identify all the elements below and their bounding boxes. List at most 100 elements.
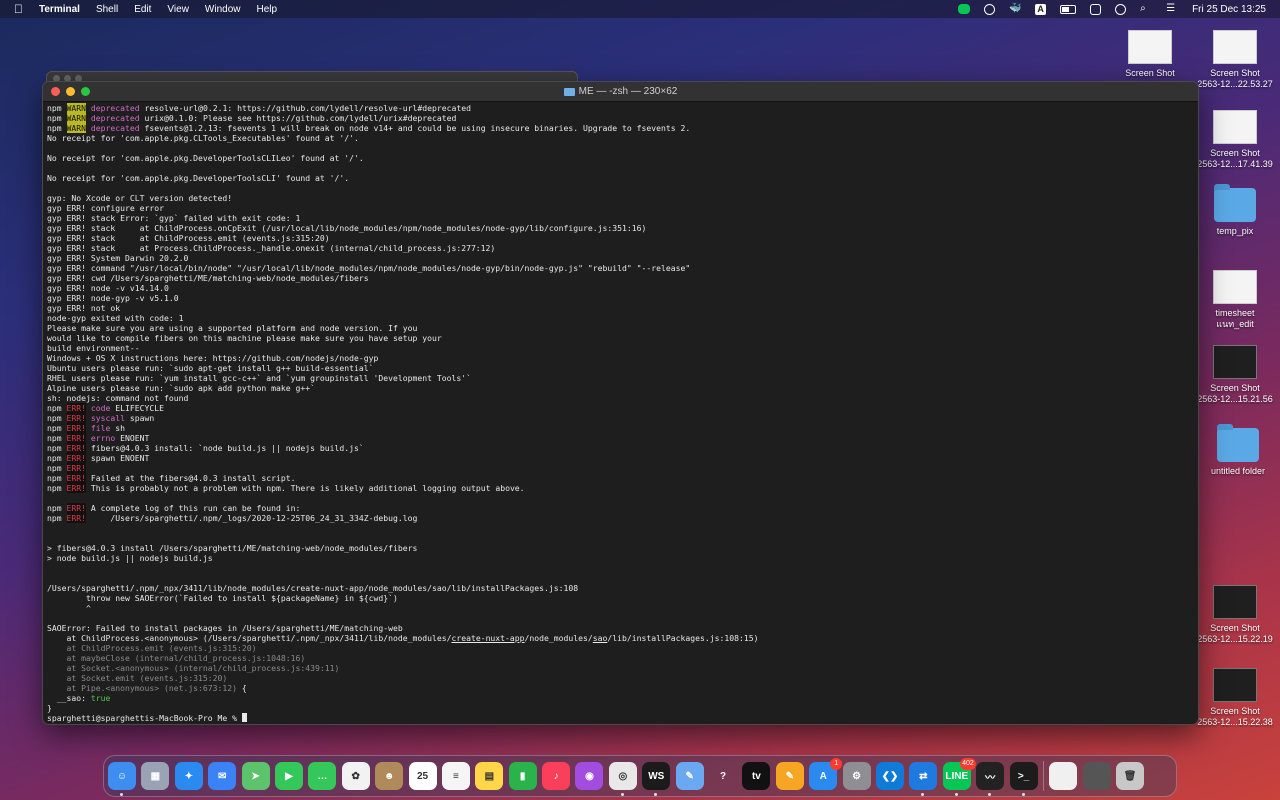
file-thumbnail-icon [1213,345,1257,379]
numbers-icon[interactable]: ▮ [508,762,537,790]
safari-icon[interactable]: ✦ [174,762,203,790]
facetime-icon[interactable]: ▶ [274,762,303,790]
terminal-text: spawn [125,413,155,423]
screenshot-stack-icon[interactable] [1082,762,1111,790]
downloads-stack-icon[interactable] [1049,762,1078,790]
trash-icon[interactable]: 🗑 [1116,762,1145,790]
terminal-text: sh [110,423,125,433]
terminal-text: } [47,703,52,713]
terminal-output[interactable]: npm WARN deprecated resolve-url@0.2.1: h… [43,102,1198,724]
menu-clock[interactable]: Fri 25 Dec 13:25 [1192,4,1266,15]
docker-icon[interactable]: 🐳 [1009,4,1021,14]
terminal-text: ELIFECYCLE [110,403,164,413]
terminal-text: node-gyp exited with code: 1 [47,313,184,323]
messages-icon[interactable]: … [308,762,337,790]
terminal-icon[interactable]: >_ [1009,762,1038,796]
control-center-icon[interactable]: ☰ [1166,4,1178,14]
desktop-file[interactable]: Screen Shot 2563-12...22.53.27 [1190,30,1280,90]
desktop-folder[interactable]: untitled folder [1193,424,1280,477]
menu-help[interactable]: Help [257,4,278,15]
terminal-line: Please make sure you are using a support… [47,323,1194,333]
finder-icon[interactable]: ☺ [108,762,136,796]
terminal-text: Failed at the fibers@4.0.3 install scrip… [86,473,296,483]
zoom-button[interactable] [81,87,90,96]
terminal-text: code [90,403,111,413]
preview-icon[interactable]: ✎ [675,762,704,790]
terminal-text: ERR! [66,503,86,513]
terminal-text: /Users/sparghetti/.npm/_npx/3411/lib/nod… [47,583,579,593]
airplay-icon[interactable] [1090,3,1102,15]
running-indicator [120,793,123,796]
notes-icon[interactable]: ▤ [475,762,504,790]
menu-window[interactable]: Window [205,4,241,15]
terminal-text: ERR! [66,473,86,483]
user-icon[interactable] [1115,3,1127,15]
apple-menu-icon[interactable]:  [14,2,23,16]
terminal-text: gyp ERR! System Darwin 20.2.0 [47,253,189,263]
terminal-text: /lib/installPackages.js:108:15) [607,633,759,643]
launchpad-icon[interactable]: ▦ [141,762,170,790]
apple-tv-icon[interactable]: tv [742,762,771,790]
running-indicator [954,793,958,796]
chrome-icon[interactable]: ◎ [608,762,637,796]
webstorm-icon[interactable]: WS [642,762,671,796]
desktop-icon-label: Screen Shot [1210,383,1260,393]
close-button[interactable] [51,87,60,96]
desktop-file[interactable]: Screen Shot 2563-12...15.21.56 [1190,345,1280,405]
terminal-line: } [47,703,1194,713]
terminal-text: npm [47,513,67,523]
terminal-line: gyp ERR! node-gyp -v v5.1.0 [47,293,1194,303]
terminal-text: sparghetti@sparghettis-MacBook-Pro Me % [47,713,242,723]
mail-icon[interactable]: ✉ [208,762,237,790]
terminal-text: deprecated [90,103,140,113]
circle-icon[interactable] [984,3,996,15]
activity-monitor-icon[interactable]: 〰 [976,762,1005,796]
desktop-file[interactable]: timesheet แนท_edit [1190,270,1280,330]
input-source-icon[interactable]: A [1035,3,1047,15]
desktop-file[interactable]: Screen Shot 2563-12...15.22.38 [1190,668,1280,728]
app-store-icon[interactable]: A1 [809,758,843,790]
terminal-text: create-nuxt-app [451,633,525,643]
terminal-line: No receipt for 'com.apple.pkg.DeveloperT… [47,153,1194,163]
calendar-icon[interactable]: 25 [408,762,437,790]
photos-icon[interactable]: ✿ [341,762,370,790]
terminal-line: npm ERR! This is probably not a problem … [47,483,1194,493]
desktop-file[interactable]: Screen Shot [1105,30,1195,79]
line-icon[interactable] [958,4,971,14]
maps-icon[interactable]: ➤ [241,762,270,790]
terminal-text: This is probably not a problem with npm.… [86,483,525,493]
desktop-file[interactable]: Screen Shot 2563-12...15.22.19 [1190,585,1280,645]
help-icon[interactable]: ? [709,762,737,790]
terminal-titlebar[interactable]: ME — -zsh — 230×62 [43,82,1198,102]
terminal-text: WARN [66,123,86,133]
minimize-button[interactable] [66,87,75,96]
file-thumbnail-icon [1213,270,1257,304]
search-icon[interactable]: ⌕ [1140,4,1152,14]
menu-shell[interactable]: Shell [96,4,118,15]
system-preferences-icon[interactable]: ⚙ [842,762,871,790]
podcasts-icon[interactable]: ◉ [575,762,604,790]
terminal-line: gyp ERR! stack at Process.ChildProcess._… [47,243,1194,253]
reminders-icon[interactable]: ≡ [441,762,470,790]
menu-edit[interactable]: Edit [134,4,151,15]
pages-icon[interactable]: ✎ [775,762,804,790]
desktop-file[interactable]: Screen Shot 2563-12...17.41.39 [1190,110,1280,170]
battery-icon[interactable] [1060,4,1077,14]
terminal-text: errno [90,433,116,443]
teamviewer-icon[interactable]: ⇄ [909,762,938,796]
contacts-icon[interactable]: ☻ [375,762,404,790]
vscode-icon[interactable]: ❮❯ [875,762,904,790]
terminal-line: npm ERR! A complete log of this run can … [47,503,1194,513]
dock-separator [1042,761,1044,791]
menu-view[interactable]: View [167,4,189,15]
terminal-window[interactable]: ME — -zsh — 230×62 npm WARN deprecated r… [42,81,1199,725]
music-icon[interactable]: ♪ [542,762,571,790]
line-icon[interactable]: LINE 402 [942,758,976,796]
desktop-folder[interactable]: temp_pix [1190,184,1280,237]
terminal-line: RHEL users please run: `yum install gcc-… [47,373,1194,383]
folder-icon [1214,184,1256,222]
app-menu-terminal[interactable]: Terminal [39,4,80,15]
terminal-text: gyp ERR! configure error [47,203,164,213]
